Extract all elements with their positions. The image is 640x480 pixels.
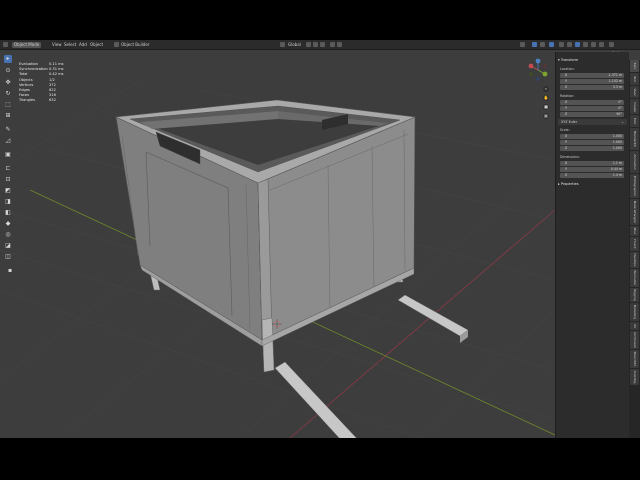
- grid-toggle-icon[interactable]: ▦: [543, 113, 549, 119]
- orientation-icon[interactable]: [280, 42, 285, 47]
- stat-row: Total 0.42 ms: [19, 71, 64, 76]
- pivot-icon[interactable]: [306, 42, 311, 47]
- tab-hardops[interactable]: HardOps: [630, 252, 639, 268]
- shading-options-icon[interactable]: [599, 42, 604, 47]
- menu-view[interactable]: View: [52, 40, 62, 49]
- select-box-tool-icon[interactable]: ▸: [4, 55, 12, 63]
- rotation-y-field[interactable]: Y 0°: [560, 106, 624, 111]
- tab-create[interactable]: Create: [630, 99, 639, 114]
- rotation-x-field[interactable]: X 0°: [560, 100, 624, 105]
- tab-misc[interactable]: Misc: [630, 226, 639, 236]
- shading-rendered-icon[interactable]: [591, 42, 596, 47]
- snap-target-icon[interactable]: [320, 42, 325, 47]
- extrude-tool-icon[interactable]: ⊏: [4, 165, 12, 173]
- shear-tool-icon[interactable]: ◫: [4, 253, 12, 261]
- chevron-down-icon: ⌄: [621, 120, 624, 124]
- tab-view[interactable]: View: [630, 86, 639, 98]
- shading-wireframe-icon[interactable]: [567, 42, 572, 47]
- tab-mesh-edit[interactable]: Mesh Edit: [630, 350, 639, 368]
- scale-label: Scale:: [560, 128, 570, 132]
- tab-node-wrangler[interactable]: Node Wrangler: [630, 199, 639, 225]
- properties-panel-header[interactable]: ▸ Properties: [558, 182, 627, 187]
- tab-rigging[interactable]: Rigging: [630, 288, 639, 302]
- scale-tool-icon[interactable]: ⬚: [4, 101, 12, 109]
- rip-tool-icon[interactable]: ▪: [6, 267, 14, 275]
- location-label: Location:: [560, 67, 575, 71]
- tab-edit[interactable]: Edit: [630, 115, 639, 127]
- cabinet-object[interactable]: [114, 99, 417, 373]
- stat-row: Triangles 632: [19, 97, 56, 102]
- dimensions-x-field[interactable]: X 1.1 m: [560, 161, 624, 166]
- tab-tool[interactable]: Tool: [630, 73, 639, 85]
- sidebar-n-panel: ▾ Transform Location: X -1.371 m Y 1.102 m…: [555, 52, 629, 438]
- inset-tool-icon[interactable]: ⊡: [4, 176, 12, 184]
- spin-tool-icon[interactable]: ◎: [4, 231, 12, 239]
- tab-blenderkit[interactable]: BlenderKit: [630, 128, 639, 150]
- overlay-toggle-icon[interactable]: [549, 42, 554, 47]
- object-builder-menu[interactable]: Object Builder: [121, 40, 149, 49]
- dimensions-y-field[interactable]: Y 0.44 m: [560, 167, 624, 172]
- cursor-tool-icon[interactable]: ⊙: [4, 67, 12, 75]
- scale-z-field[interactable]: Z 1.000: [560, 146, 624, 151]
- rotation-z-field[interactable]: Z 90°: [560, 112, 624, 117]
- scale-y-field[interactable]: Y 1.000: [560, 140, 624, 145]
- dimensions-label: Dimensions:: [560, 155, 580, 159]
- tab-animation[interactable]: Animation: [630, 151, 639, 173]
- add-cube-tool-icon[interactable]: ▣: [4, 151, 12, 159]
- board-object-1[interactable]: [274, 361, 363, 438]
- location-x-field[interactable]: X -1.371 m: [560, 73, 624, 78]
- navigation-gizmo[interactable]: [526, 58, 550, 82]
- loop-cut-tool-icon[interactable]: ◨: [4, 198, 12, 206]
- move-tool-icon[interactable]: ✥: [4, 79, 12, 87]
- proportional-edit-icon[interactable]: [330, 42, 335, 47]
- tab-photographer[interactable]: Photographer: [630, 174, 639, 198]
- visibility-icon[interactable]: [520, 42, 525, 47]
- dimensions-z-field[interactable]: Z 1.4 m: [560, 173, 624, 178]
- pan-hand-icon[interactable]: ✋: [543, 95, 549, 101]
- tab-fluent[interactable]: Fluent: [630, 237, 639, 251]
- xray-icon[interactable]: [559, 42, 564, 47]
- zoom-icon[interactable]: ⌕: [543, 86, 549, 92]
- tab-modelling[interactable]: Modelling: [630, 303, 639, 321]
- menu-object[interactable]: Object: [90, 40, 103, 49]
- tab-uv[interactable]: UV: [630, 322, 639, 330]
- gizmo-toggle-icon[interactable]: [532, 42, 537, 47]
- location-y-field[interactable]: Y 1.102 m: [560, 79, 624, 84]
- popover-icon[interactable]: [609, 42, 614, 47]
- falloff-icon[interactable]: [337, 42, 342, 47]
- transform-panel-header[interactable]: ▾ Transform: [558, 58, 627, 63]
- stats-overlay: Evaluation 0.11 ms Synchronization 0.31 ms…: [19, 62, 69, 102]
- blender-window: Object Mode View Select Add Object Objec…: [0, 40, 640, 438]
- addon-icon[interactable]: [114, 42, 119, 47]
- camera-view-icon[interactable]: ■: [543, 104, 549, 110]
- measure-tool-icon[interactable]: ◿: [4, 137, 12, 145]
- poly-build-tool-icon[interactable]: ◆: [4, 220, 12, 228]
- rotate-tool-icon[interactable]: ↻: [4, 90, 12, 98]
- bevel-tool-icon[interactable]: ◩: [4, 187, 12, 195]
- mode-dropdown[interactable]: Object Mode: [12, 41, 42, 48]
- location-z-field[interactable]: Z 3.3 m: [560, 85, 624, 90]
- viewport-header: Object Mode View Select Add Object Objec…: [0, 40, 640, 50]
- tab-auto-rig[interactable]: Auto Rig: [630, 369, 639, 385]
- knife-tool-icon[interactable]: ◧: [4, 209, 12, 217]
- tab-boxcutter[interactable]: BoxCutter: [630, 269, 639, 287]
- menu-select[interactable]: Select: [64, 40, 76, 49]
- menu-add[interactable]: Add: [79, 40, 87, 49]
- annotate-tool-icon[interactable]: ✎: [4, 126, 12, 134]
- editor-type-icon[interactable]: [3, 42, 8, 47]
- rotation-mode-dropdown[interactable]: XYZ Euler ⌄: [558, 119, 627, 125]
- shading-solid-icon[interactable]: [575, 42, 580, 47]
- rotation-label: Rotation:: [560, 94, 575, 98]
- snap-icon[interactable]: [313, 42, 318, 47]
- shading-material-icon[interactable]: [583, 42, 588, 47]
- sidebar-tabs: Item Tool View Create Edit BlenderKit An…: [629, 60, 640, 438]
- tab-archimesh[interactable]: Archimesh: [630, 331, 639, 349]
- scale-x-field[interactable]: X 1.000: [560, 134, 624, 139]
- tab-item[interactable]: Item: [630, 60, 639, 72]
- transform-tool-icon[interactable]: ⊞: [4, 112, 12, 120]
- overlay-icon[interactable]: [540, 42, 545, 47]
- orientation-dropdown[interactable]: Global: [288, 40, 301, 49]
- smooth-tool-icon[interactable]: ◪: [4, 242, 12, 250]
